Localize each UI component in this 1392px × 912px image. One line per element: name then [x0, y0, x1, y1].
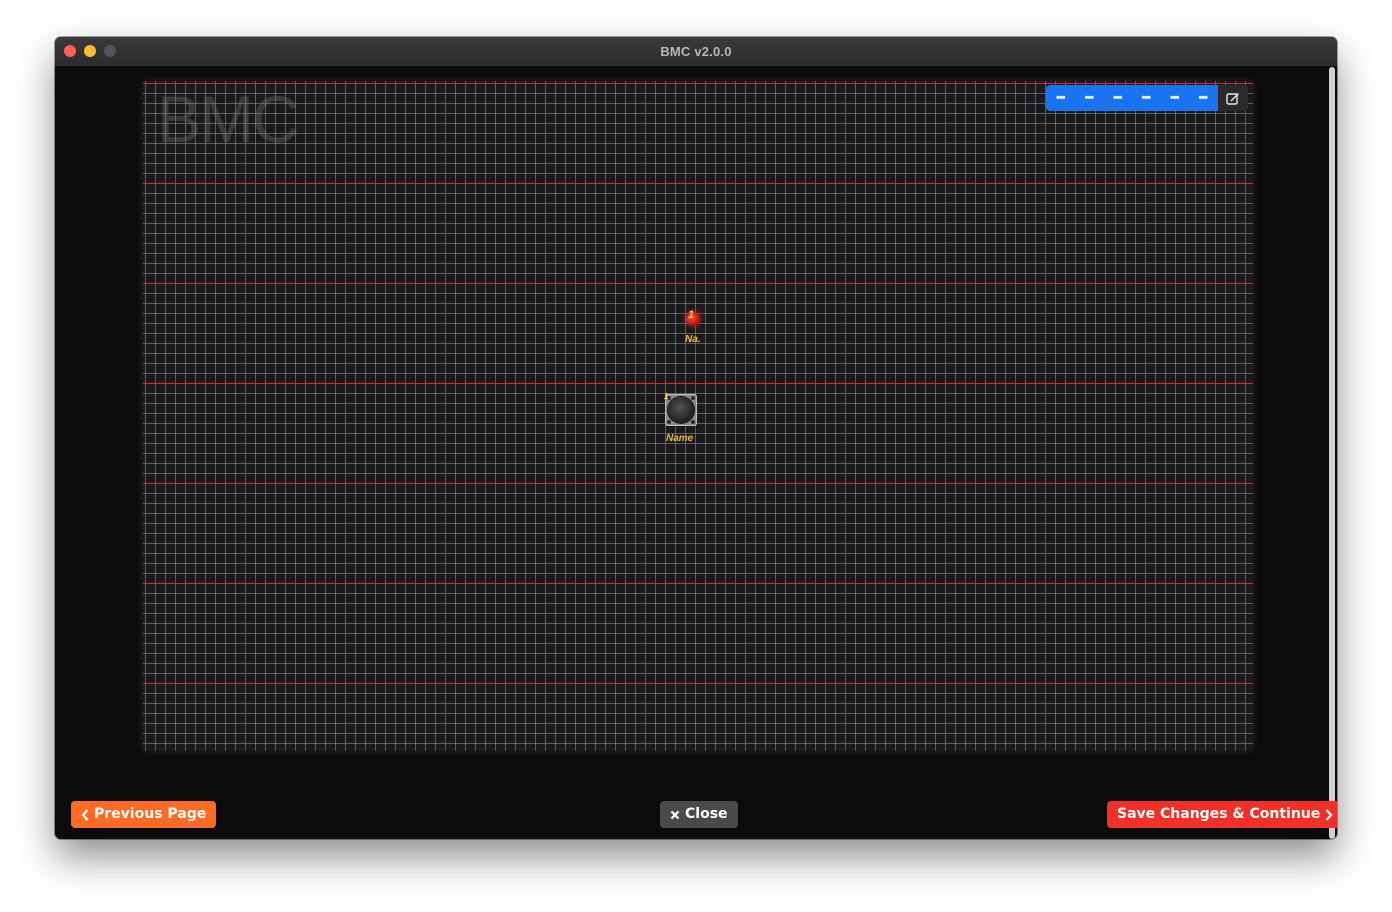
chevron-right-icon: [1325, 808, 1333, 821]
toolbar-button-6[interactable]: •••: [1189, 85, 1218, 111]
close-label: Close: [685, 806, 728, 822]
edit-icon: [1226, 93, 1239, 105]
toolbar-button-1[interactable]: •••: [1046, 85, 1075, 111]
canvas-toolbar: ••• ••• ••• ••• ••• •••: [1046, 85, 1248, 111]
edit-button[interactable]: [1218, 85, 1248, 111]
button-cap: [668, 397, 694, 423]
previous-page-label: Previous Page: [94, 806, 207, 822]
layout-canvas[interactable]: BMC ••• ••• ••• ••• ••• ••• 1 Na. 1 Name: [143, 81, 1253, 751]
title-bar: BMC v2.0.0: [55, 37, 1337, 67]
button-name-label: Name: [666, 433, 694, 444]
vertical-scrollbar[interactable]: [1329, 67, 1335, 839]
hardware-button[interactable]: [665, 394, 697, 426]
toolbar-button-4[interactable]: •••: [1132, 85, 1161, 111]
close-button[interactable]: Close: [660, 801, 738, 828]
previous-page-button[interactable]: Previous Page: [71, 801, 217, 828]
led-number-label: 1: [688, 309, 695, 321]
bmc-watermark: BMC: [157, 82, 300, 156]
screw-icon: [691, 396, 695, 400]
save-continue-label: Save Changes & Continue: [1117, 806, 1321, 822]
window-title: BMC v2.0.0: [660, 44, 732, 59]
led-name-label: Na.: [685, 334, 701, 345]
chevron-left-icon: [81, 808, 89, 821]
toolbar-button-2[interactable]: •••: [1075, 85, 1104, 111]
close-icon: [670, 810, 680, 819]
screw-icon: [667, 420, 671, 424]
toolbar-button-5[interactable]: •••: [1160, 85, 1189, 111]
toolbar-button-3[interactable]: •••: [1103, 85, 1132, 111]
app-window: BMC v2.0.0 BMC ••• ••• ••• ••• ••• ••• 1…: [55, 37, 1337, 839]
save-continue-button[interactable]: Save Changes & Continue: [1107, 801, 1337, 828]
button-number-label: 1: [664, 392, 669, 401]
screw-icon: [691, 420, 695, 424]
